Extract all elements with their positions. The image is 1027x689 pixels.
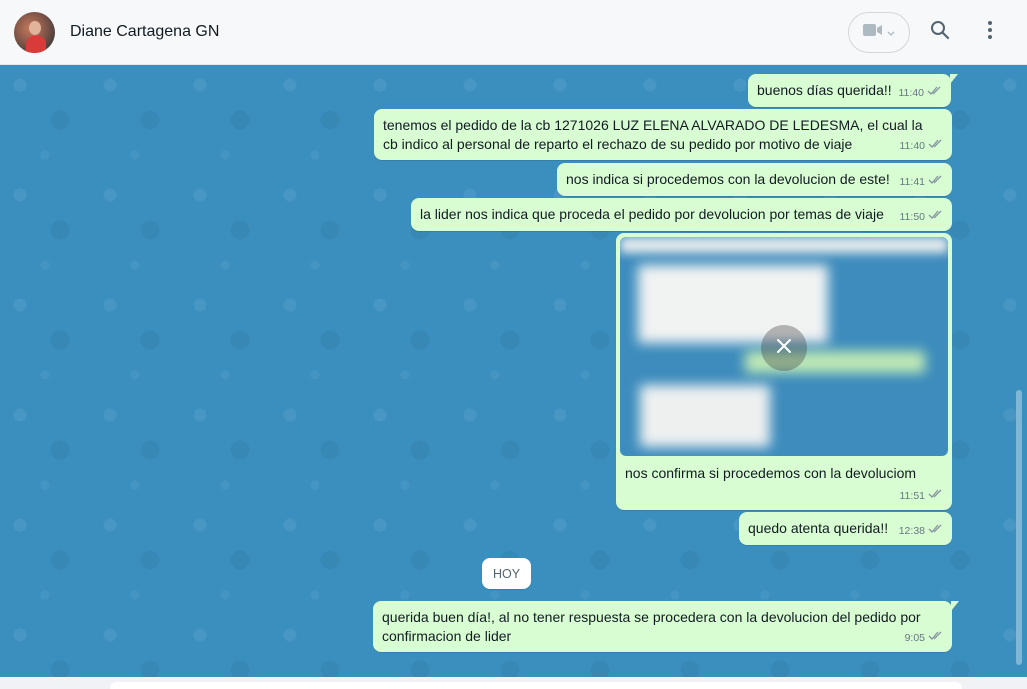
message-bubble[interactable]: nos indica si procedemos con la devoluci… [557, 163, 952, 196]
message-text: querida buen día!, al no tener respuesta… [382, 609, 921, 644]
avatar-shirt [26, 36, 46, 53]
message-meta: 11:51 [900, 487, 945, 506]
message-text: buenos días querida!! [757, 82, 892, 98]
bubble-tail [951, 601, 959, 611]
message-meta: 11:40 [900, 137, 945, 156]
message-meta: 12:38 [899, 522, 944, 541]
message-time: 11:40 [898, 87, 925, 99]
double-check-icon [928, 629, 944, 648]
message-bubble[interactable]: quedo atenta querida!! 12:38 [739, 512, 952, 545]
contact-avatar[interactable] [14, 12, 55, 53]
bubble-tail [950, 74, 958, 84]
message-meta: 9:05 [905, 629, 944, 648]
message-bubble[interactable]: la lider nos indica que proceda el pedid… [411, 198, 952, 231]
message-text: nos confirma si procedemos con la devolu… [625, 465, 917, 481]
image-blur-region [620, 237, 948, 253]
menu-icon [987, 20, 993, 45]
contact-name[interactable]: Diane Cartagena GN [70, 23, 219, 41]
blurred-image[interactable] [620, 237, 948, 456]
message-meta: 11:50 [900, 208, 945, 227]
message-time: 9:05 [904, 632, 925, 644]
message-text: nos indica si procedemos con la devoluci… [566, 171, 890, 187]
cancel-download-button[interactable] [761, 325, 807, 371]
menu-button[interactable] [974, 16, 1006, 48]
chevron-down-icon [887, 24, 895, 42]
image-blur-region [640, 385, 770, 447]
double-check-icon [928, 137, 944, 156]
close-icon [776, 338, 792, 359]
double-check-icon [927, 84, 943, 103]
message-text: quedo atenta querida!! [748, 520, 889, 536]
message-time: 11:40 [899, 140, 926, 152]
message-text: tenemos el pedido de la cb 1271026 LUZ E… [383, 117, 923, 152]
message-time: 11:41 [899, 176, 926, 188]
double-check-icon [928, 487, 944, 506]
search-icon [930, 20, 950, 45]
double-check-icon [928, 173, 944, 192]
message-meta: 11:41 [900, 173, 945, 192]
message-time: 12:38 [898, 525, 925, 537]
message-time: 11:50 [899, 211, 926, 223]
message-bubble[interactable]: querida buen día!, al no tener respuesta… [373, 601, 959, 652]
double-check-icon [928, 522, 944, 541]
search-button[interactable] [924, 16, 956, 48]
double-check-icon [928, 208, 944, 227]
video-call-button[interactable] [848, 12, 910, 53]
avatar-face [29, 21, 41, 35]
message-time: 11:51 [899, 490, 926, 502]
video-call-icon [863, 23, 883, 42]
chat-area[interactable]: buenos días querida!! 11:40 tenemos el p… [0, 65, 1027, 677]
message-bubble[interactable]: buenos días querida!! 11:40 [748, 74, 958, 107]
message-text: la lider nos indica que proceda el pedid… [420, 206, 884, 222]
chat-header: Diane Cartagena GN [0, 0, 1027, 65]
message-bubble[interactable]: tenemos el pedido de la cb 1271026 LUZ E… [374, 109, 952, 160]
message-meta: 11:40 [899, 84, 944, 103]
chat-scrollbar[interactable] [1016, 390, 1022, 665]
date-divider: HOY [482, 558, 531, 589]
image-message-bubble[interactable]: nos confirma si procedemos con la devolu… [616, 233, 952, 510]
message-input[interactable] [110, 682, 962, 689]
